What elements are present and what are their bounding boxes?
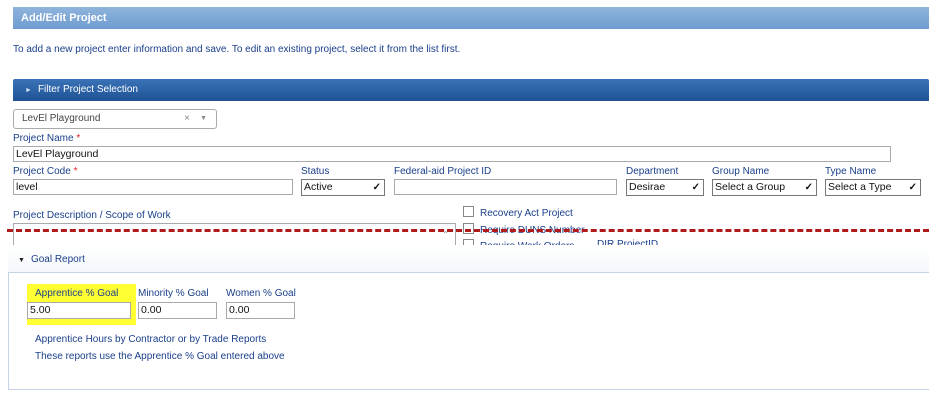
page-title: Add/Edit Project	[21, 12, 107, 24]
minority-goal-input[interactable]: 0.00	[138, 302, 217, 319]
group-name-value: Select a Group	[715, 181, 786, 193]
project-code-input[interactable]: level	[13, 179, 293, 195]
group-name-select[interactable]: Select a Group ✓	[712, 179, 817, 196]
type-name-value: Select a Type	[828, 181, 892, 193]
type-name-select[interactable]: Select a Type ✓	[825, 179, 921, 196]
project-select-value: LevEl Playground	[22, 113, 101, 124]
page-title-bar: Add/Edit Project	[13, 7, 929, 29]
department-value: Desirae	[629, 181, 666, 193]
project-name-input[interactable]: LevEl Playground	[13, 146, 891, 162]
cut-line-divider	[7, 229, 929, 232]
recovery-act-label: Recovery Act Project	[480, 208, 573, 219]
project-name-label: Project Name *	[13, 133, 80, 144]
apprentice-goal-input[interactable]: 5.00	[27, 302, 131, 319]
chevron-right-icon: ►	[25, 87, 32, 94]
apprentice-goal-value: 5.00	[30, 304, 51, 316]
department-select[interactable]: Desirae ✓	[626, 179, 704, 196]
clear-icon[interactable]: ×	[184, 110, 190, 128]
required-marker: *	[73, 166, 78, 177]
group-name-label: Group Name	[712, 166, 770, 177]
recovery-act-checkbox[interactable]	[463, 206, 474, 217]
women-goal-value: 0.00	[229, 304, 250, 316]
add-edit-project-page: Add/Edit Project To add a new project en…	[0, 0, 929, 395]
status-select[interactable]: Active ✓	[301, 179, 385, 196]
goal-report-toggle[interactable]: ▼ Goal Report	[8, 247, 929, 273]
chevron-down-icon: ✓	[691, 182, 700, 193]
goal-report-title: Goal Report	[30, 254, 85, 265]
chevron-down-icon: ✓	[372, 182, 381, 193]
chevron-down-icon: ✓	[804, 182, 813, 193]
required-marker: *	[76, 133, 81, 144]
status-value: Active	[304, 181, 333, 193]
description-textarea[interactable]: ⌃	[13, 223, 456, 247]
recovery-act-checkbox-row[interactable]: Recovery Act Project	[463, 206, 573, 219]
caret-down-icon: ▼	[18, 257, 25, 264]
women-goal-input[interactable]: 0.00	[226, 302, 295, 319]
federal-id-label: Federal-aid Project ID	[394, 166, 492, 177]
minority-goal-value: 0.00	[141, 304, 162, 316]
status-label: Status	[301, 166, 330, 177]
project-name-label-text: Project Name	[13, 133, 74, 144]
apprentice-report-note: Apprentice Hours by Contractor or by Tra…	[35, 334, 267, 345]
minority-goal-label: Minority % Goal	[138, 288, 209, 299]
project-code-label-text: Project Code	[13, 166, 71, 177]
filter-label: Filter Project Selection	[37, 84, 138, 95]
women-goal-label: Women % Goal	[226, 288, 296, 299]
instruction-text: To add a new project enter information a…	[13, 44, 461, 55]
project-name-value: LevEl Playground	[16, 148, 99, 160]
apprentice-goal-label: Apprentice % Goal	[35, 288, 119, 299]
chevron-down-icon: ✓	[908, 182, 917, 193]
chevron-down-icon: ▼	[200, 115, 207, 122]
department-label: Department	[626, 166, 679, 177]
apprentice-report-explanation: These reports use the Apprentice % Goal …	[35, 351, 285, 362]
project-code-value: level	[16, 181, 38, 193]
federal-id-input[interactable]	[394, 179, 617, 195]
project-code-label: Project Code *	[13, 166, 78, 177]
description-label: Project Description / Scope of Work	[13, 210, 171, 221]
project-select[interactable]: LevEl Playground × ▼	[13, 109, 217, 129]
filter-project-selection-toggle[interactable]: ► Filter Project Selection	[13, 79, 929, 101]
type-name-label: Type Name	[825, 166, 877, 177]
